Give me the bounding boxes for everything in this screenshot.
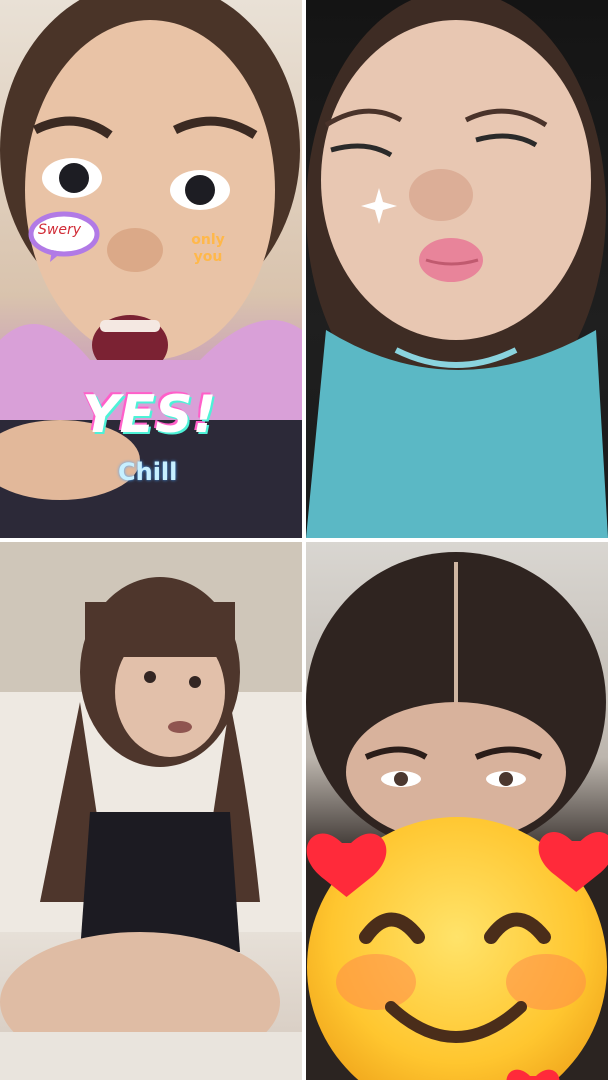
video-tile-top-right[interactable] [306, 0, 608, 538]
smiling-face-with-hearts-icon [306, 817, 608, 1080]
video-tile-top-left[interactable]: Swery only you YES! Chill [0, 0, 302, 538]
video-collage: Swery only you YES! Chill [0, 0, 608, 1080]
girl-face-illustration [306, 0, 608, 538]
video-tile-bottom-left[interactable] [0, 542, 302, 1080]
chill-sticker: Chill [118, 458, 178, 486]
sparkle-icon [361, 188, 397, 224]
video-tile-bottom-right[interactable] [306, 542, 608, 1080]
only-you-sticker: only you [191, 232, 225, 265]
speech-bubble-text: Swery [38, 222, 81, 238]
girl-sitting-illustration [0, 542, 302, 1080]
yes-sticker: YES! [82, 385, 217, 445]
